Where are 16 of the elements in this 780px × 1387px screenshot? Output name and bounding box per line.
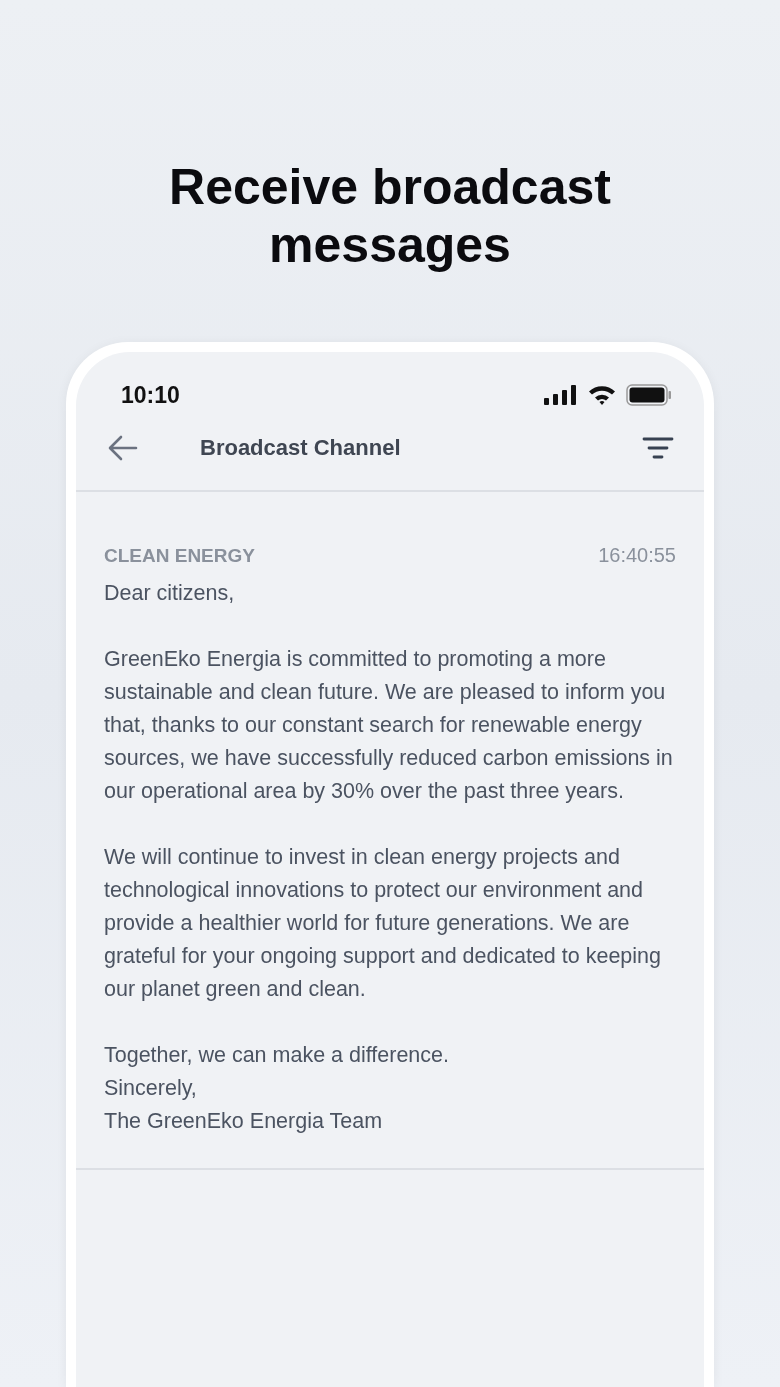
message-text: The GreenEko Energia Team	[104, 1108, 384, 1135]
filter-button[interactable]	[642, 436, 674, 460]
message-text: GreenEko Energia is committed to promoting a more sustainable and clean future. We are pleased to inform you that, thanks to our constant search for renewable energy sources, we have successfully reduced carbon emissions in our operational area by 30% over the past three years.	[104, 646, 674, 805]
status-time: 10:10	[121, 381, 180, 409]
channel-name: CLEAN ENERGY	[104, 545, 255, 567]
headline: Receive broadcast messages	[168, 158, 612, 274]
message-time: 16:40:55	[598, 544, 676, 567]
message-text: Together, we can make a difference.	[104, 1042, 450, 1069]
back-button[interactable]	[108, 435, 138, 461]
wifi-icon	[588, 385, 616, 405]
message-text: Sincerely,	[104, 1075, 198, 1102]
message-text: Dear citizens,	[104, 580, 236, 607]
battery-icon	[626, 384, 672, 406]
message-text: We will continue to invest in clean energy projects and technological innovations to protect our environment and provide a healthier world for future generations. We are grateful for your ongoing support and dedicated to keeping our planet green and clean.	[104, 844, 662, 1003]
signal-icon	[544, 385, 578, 405]
channel-title: Broadcast Channel	[200, 435, 402, 461]
